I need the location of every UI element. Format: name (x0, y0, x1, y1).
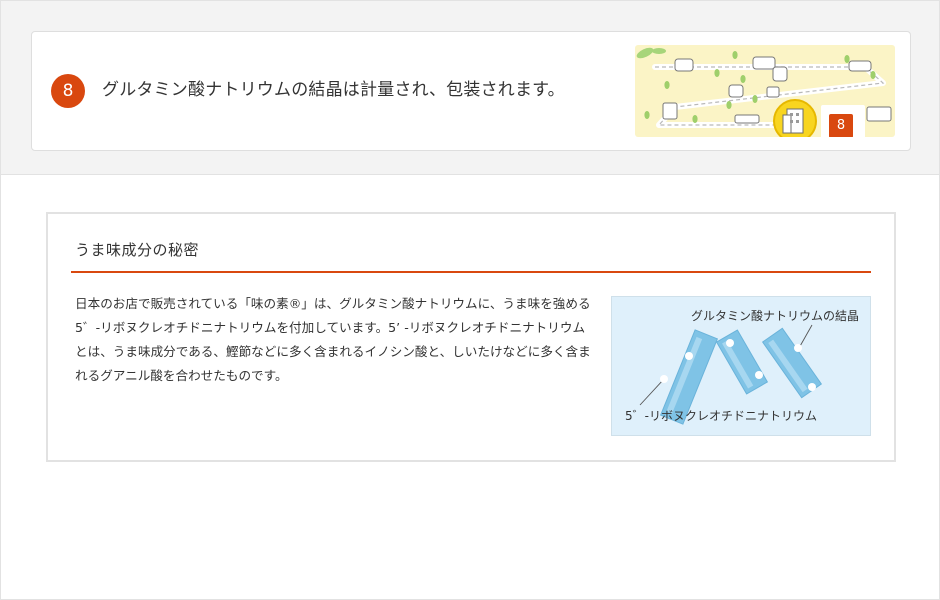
glutamate-crystal-label: グルタミン酸ナトリウムの結晶 (690, 309, 859, 323)
step-card: 8 グルタミン酸ナトリウムの結晶は計量され、包装されます。 8 (31, 31, 911, 151)
step-number-badge: 8 (51, 74, 85, 108)
map-step-number: 8 (829, 114, 853, 137)
crystal-illustration: グルタミン酸ナトリウムの結晶 5゛-リボヌクレオチドニナトリウム (611, 296, 871, 436)
ribonucleotide-label: 5゛-リボヌクレオチドニナトリウム (625, 409, 817, 423)
umami-secret-box: うま味成分の秘密 日本のお店で販売されている「味の素®」は、グルタミン酸ナトリウ… (46, 212, 896, 462)
step-description: グルタミン酸ナトリウムの結晶は計量され、包装されます。 (102, 80, 565, 100)
map-step-marker: 8 (821, 105, 865, 137)
step-section: 8 グルタミン酸ナトリウムの結晶は計量され、包装されます。 8 (1, 1, 939, 175)
factory-route-map: 8 (635, 45, 895, 137)
secret-body-text: 日本のお店で販売されている「味の素®」は、グルタミン酸ナトリウムに、うま味を強め… (75, 296, 591, 383)
secret-title: うま味成分の秘密 (75, 241, 200, 259)
title-divider (71, 271, 871, 273)
